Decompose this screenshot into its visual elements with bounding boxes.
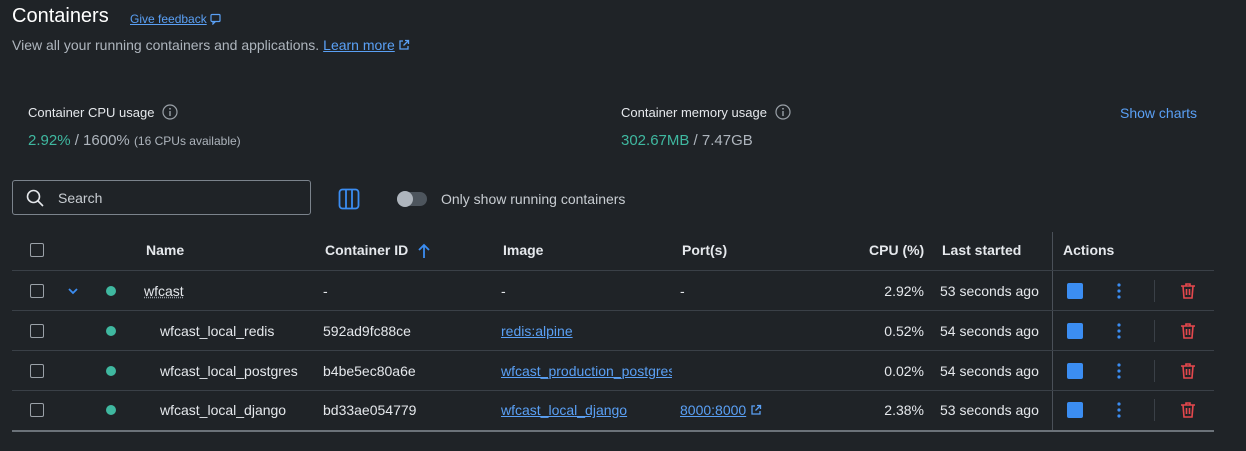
container-name[interactable]: wfcast: [144, 283, 184, 299]
more-vertical-icon[interactable]: [1117, 283, 1121, 299]
container-cpu: 0.52%: [884, 323, 924, 339]
table-bottom-border: [12, 430, 1214, 432]
give-feedback-link[interactable]: Give feedback: [130, 12, 222, 26]
column-header-ports[interactable]: Port(s): [682, 242, 727, 258]
memory-usage-label: Container memory usage: [621, 104, 791, 120]
cpu-used: 2.92%: [28, 132, 71, 149]
cpu-usage-label-text: Container CPU usage: [28, 104, 155, 120]
more-vertical-icon[interactable]: [1117, 402, 1121, 418]
external-link-icon: [751, 404, 762, 415]
container-id: 592ad9fc88ce: [323, 323, 411, 339]
column-header-name[interactable]: Name: [146, 242, 184, 258]
container-name[interactable]: wfcast_local_redis: [160, 323, 274, 339]
container-image: -: [501, 283, 506, 299]
more-vertical-icon[interactable]: [1117, 323, 1121, 339]
column-header-actions: Actions: [1063, 242, 1115, 258]
mem-total: / 7.47GB: [689, 132, 753, 149]
column-header-image[interactable]: Image: [503, 242, 543, 258]
stop-button[interactable]: [1067, 323, 1083, 339]
stop-button[interactable]: [1067, 363, 1083, 379]
subtitle-text: View all your running containers and app…: [12, 37, 320, 53]
action-separator: [1154, 360, 1155, 382]
container-id: b4be5ec80a6e: [323, 363, 416, 379]
page-subtitle: View all your running containers and app…: [12, 37, 410, 53]
status-running-dot: [106, 405, 116, 415]
cpu-total: / 1600%: [70, 132, 130, 149]
container-image-link[interactable]: wfcast_local_django: [501, 402, 627, 418]
container-image-link[interactable]: redis:alpine: [501, 323, 573, 339]
container-cpu: 2.92%: [884, 283, 924, 299]
container-last-started: 54 seconds ago: [940, 363, 1039, 379]
running-only-label: Only show running containers: [441, 191, 626, 207]
info-icon[interactable]: [775, 104, 791, 120]
trash-icon[interactable]: [1179, 401, 1197, 419]
learn-more-link[interactable]: Learn more: [323, 37, 410, 53]
cpu-note: (16 CPUs available): [133, 134, 241, 148]
toggle-knob: [397, 191, 413, 207]
search-icon: [26, 189, 44, 207]
status-running-dot: [106, 366, 116, 376]
container-id: bd33ae054779: [323, 402, 417, 418]
trash-icon[interactable]: [1179, 322, 1197, 340]
action-separator: [1154, 280, 1155, 302]
stop-button[interactable]: [1067, 283, 1083, 299]
actions-column-divider: [1052, 232, 1053, 430]
header-divider: [12, 270, 1214, 271]
container-name[interactable]: wfcast_local_postgres: [160, 363, 305, 379]
running-only-toggle[interactable]: [397, 191, 427, 207]
row-checkbox[interactable]: [30, 324, 44, 338]
cpu-usage-value: 2.92% / 1600% (16 CPUs available): [28, 132, 241, 149]
row-checkbox[interactable]: [30, 403, 44, 417]
container-image-link[interactable]: wfcast_production_postgres: [501, 363, 672, 379]
column-header-cpu[interactable]: CPU (%): [869, 242, 924, 258]
memory-usage-label-text: Container memory usage: [621, 104, 767, 120]
container-last-started: 54 seconds ago: [940, 323, 1039, 339]
select-all-checkbox[interactable]: [30, 243, 44, 257]
column-header-last-started[interactable]: Last started: [942, 242, 1021, 258]
learn-more-label: Learn more: [323, 37, 395, 53]
port-link[interactable]: 8000:8000: [680, 402, 762, 418]
sort-ascending-icon[interactable]: [417, 243, 431, 259]
row-divider: [12, 390, 1214, 391]
info-icon[interactable]: [162, 104, 179, 120]
more-vertical-icon[interactable]: [1117, 363, 1121, 379]
memory-usage-value: 302.67MB / 7.47GB: [621, 132, 753, 149]
show-charts-button[interactable]: Show charts: [1120, 105, 1197, 121]
container-ports: -: [680, 283, 685, 299]
row-checkbox[interactable]: [30, 284, 44, 298]
stop-button[interactable]: [1067, 402, 1083, 418]
container-last-started: 53 seconds ago: [940, 283, 1039, 299]
action-separator: [1154, 399, 1155, 421]
port-mapping: 8000:8000: [680, 402, 747, 418]
chevron-down-icon[interactable]: [67, 286, 79, 296]
row-divider: [12, 350, 1214, 351]
column-header-container-id[interactable]: Container ID: [325, 242, 408, 258]
cpu-usage-label: Container CPU usage: [28, 104, 179, 120]
external-link-icon: [399, 39, 409, 50]
container-name[interactable]: wfcast_local_django: [160, 402, 286, 418]
column-header-container-id-label: Container ID: [325, 242, 409, 258]
columns-icon[interactable]: [338, 188, 360, 210]
search-input[interactable]: Search: [12, 180, 311, 215]
feedback-icon: [210, 13, 221, 25]
mem-used: 302.67MB: [621, 132, 690, 149]
search-placeholder: Search: [58, 189, 103, 206]
container-cpu: 2.38%: [884, 402, 924, 418]
trash-icon[interactable]: [1179, 282, 1197, 300]
status-running-dot: [106, 286, 116, 296]
container-id: -: [323, 283, 328, 299]
status-running-dot: [106, 326, 116, 336]
container-last-started: 53 seconds ago: [940, 402, 1039, 418]
row-divider: [12, 310, 1214, 311]
trash-icon[interactable]: [1179, 362, 1197, 380]
row-checkbox[interactable]: [30, 364, 44, 378]
page-title: Containers: [12, 5, 109, 27]
give-feedback-label: Give feedback: [130, 12, 207, 26]
action-separator: [1154, 320, 1155, 342]
container-cpu: 0.02%: [884, 363, 924, 379]
